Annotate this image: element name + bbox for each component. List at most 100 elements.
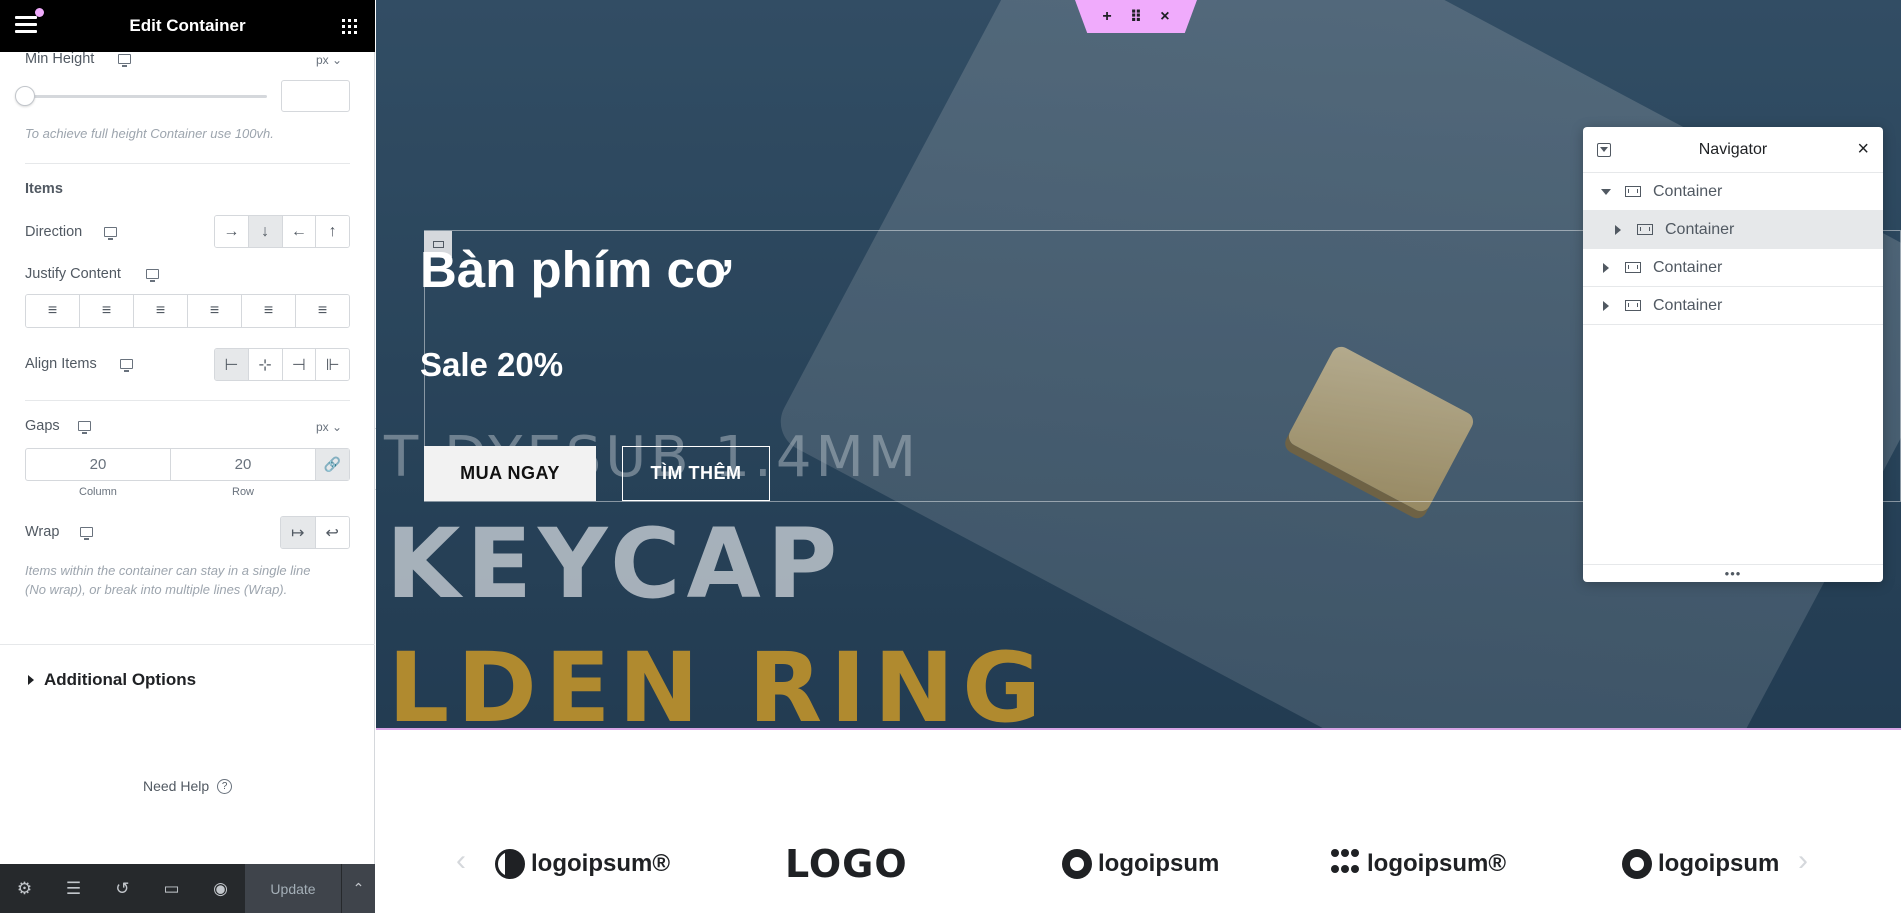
container-toolbar: + ⠿ × <box>1075 0 1197 33</box>
logo-mark-icon <box>1331 849 1361 879</box>
responsive-desktop-icon[interactable] <box>80 527 93 540</box>
navigator-item[interactable]: Container <box>1583 249 1883 287</box>
justify-start-button[interactable]: ≡ <box>26 295 80 327</box>
brand-logo-text: logoipsum <box>1098 850 1220 877</box>
min-height-slider-thumb[interactable] <box>15 86 35 106</box>
wrap-note-line2: (No wrap), or break into multiple lines … <box>25 582 288 597</box>
min-height-unit-select[interactable]: px ⌄ <box>316 53 342 67</box>
navigator-item[interactable]: Container <box>1583 211 1883 249</box>
responsive-desktop-icon[interactable] <box>104 227 117 240</box>
navigator-panel: Navigator × Container Container Containe… <box>1583 127 1883 582</box>
save-options-chevron-up-icon[interactable]: ⌃ <box>341 864 375 913</box>
navigator-resize-handle[interactable]: ••• <box>1583 564 1883 582</box>
hero-subheading[interactable]: Sale 20% <box>420 346 563 384</box>
responsive-desktop-icon[interactable] <box>120 359 133 372</box>
navigator-header: Navigator × <box>1583 127 1883 173</box>
caret-right-icon[interactable] <box>1603 300 1609 311</box>
notification-dot <box>35 8 44 17</box>
collapse-all-icon[interactable] <box>1597 143 1611 157</box>
align-items-label: Align Items <box>25 356 97 372</box>
gaps-unit-select[interactable]: px ⌄ <box>316 420 342 434</box>
responsive-desktop-icon[interactable] <box>118 54 131 67</box>
preview-eye-icon[interactable]: ◉ <box>196 864 245 913</box>
align-center-button[interactable]: ⊹ <box>248 349 283 380</box>
container-icon <box>1625 262 1641 273</box>
direction-column-button[interactable]: ↓ <box>248 216 283 247</box>
carousel-next-arrow[interactable]: › <box>1798 844 1808 878</box>
gap-column-label: Column <box>79 486 117 498</box>
responsive-desktop-icon[interactable] <box>146 269 159 282</box>
gap-column-input[interactable]: 20 <box>26 449 171 480</box>
link-values-icon[interactable]: 🔗 <box>316 449 349 480</box>
delete-element-icon[interactable]: × <box>1160 8 1169 26</box>
justify-end-button[interactable]: ≡ <box>134 295 188 327</box>
buy-now-button[interactable]: MUA NGAY <box>424 446 596 501</box>
brand-logo: logoipsum® <box>495 842 670 886</box>
logo-carousel: ‹ logoipsum® LOGO logoipsum logoipsum® l… <box>376 732 1901 913</box>
gap-row-label: Row <box>232 486 255 498</box>
align-start-button[interactable]: ⊢ <box>215 349 249 380</box>
caret-right-icon[interactable] <box>1603 262 1609 273</box>
caret-right-icon[interactable] <box>1615 224 1621 235</box>
additional-options-toggle[interactable]: Additional Options <box>28 670 196 690</box>
brand-logo: logoipsum <box>1622 842 1779 886</box>
nowrap-button[interactable]: ↦ <box>281 517 316 548</box>
navigator-item-label: Container <box>1653 296 1723 314</box>
justify-content-control: ≡ ≡ ≡ ≡ ≡ ≡ <box>25 294 350 328</box>
align-end-button[interactable]: ⊣ <box>282 349 317 380</box>
drag-handle-icon[interactable]: ⠿ <box>1130 7 1143 27</box>
divider <box>25 163 350 164</box>
direction-control: → ↓ ← ↑ <box>214 215 350 248</box>
panel-footer: ⚙ ☰ ↺ ▭ ◉ Update ⌃ <box>0 864 375 913</box>
carousel-prev-arrow[interactable]: ‹ <box>456 844 466 878</box>
responsive-mode-icon[interactable]: ▭ <box>147 864 196 913</box>
align-stretch-button[interactable]: ⊩ <box>316 349 349 380</box>
justify-space-evenly-button[interactable]: ≡ <box>296 295 349 327</box>
history-icon[interactable]: ↺ <box>98 864 147 913</box>
navigator-item-label: Container <box>1653 182 1723 200</box>
learn-more-button[interactable]: TÌM THÊM <box>622 446 770 501</box>
brand-logo-text: logoipsum <box>1658 850 1780 877</box>
navigator-item[interactable]: Container <box>1583 287 1883 325</box>
items-section-title: Items <box>25 181 63 197</box>
panel-header: Edit Container <box>0 0 375 52</box>
background-image-text: LDEN RING <box>388 632 1049 730</box>
brand-logo-text: logoipsum® <box>1367 850 1507 877</box>
responsive-desktop-icon[interactable] <box>78 421 91 434</box>
justify-space-around-button[interactable]: ≡ <box>242 295 296 327</box>
help-icon: ? <box>217 778 233 794</box>
navigator-item-label: Container <box>1653 258 1723 276</box>
hero-heading[interactable]: Bàn phím cơ <box>420 240 731 299</box>
close-icon[interactable]: × <box>1857 138 1869 161</box>
additional-options-label: Additional Options <box>44 670 197 689</box>
settings-icon[interactable]: ⚙ <box>0 864 49 913</box>
container-icon <box>1625 186 1641 197</box>
widgets-grid-icon[interactable] <box>342 19 357 34</box>
navigator-layers-icon[interactable]: ☰ <box>49 864 98 913</box>
justify-center-button[interactable]: ≡ <box>80 295 134 327</box>
wrap-label: Wrap <box>25 524 60 540</box>
divider <box>0 644 375 645</box>
wrap-button[interactable]: ↩ <box>315 517 349 548</box>
direction-label: Direction <box>25 224 83 240</box>
navigator-item[interactable]: Container <box>1583 173 1883 211</box>
align-items-control: ⊢ ⊹ ⊣ ⊩ <box>214 348 350 381</box>
panel-title: Edit Container <box>129 16 246 35</box>
direction-column-reverse-button[interactable]: ↑ <box>316 216 349 247</box>
update-button[interactable]: Update <box>245 864 341 913</box>
add-element-icon[interactable]: + <box>1102 8 1111 26</box>
brand-logo: LOGO <box>785 842 908 886</box>
need-help-link[interactable]: Need Help ? <box>143 778 233 794</box>
caret-down-icon[interactable] <box>1601 188 1611 195</box>
hamburger-menu-icon[interactable] <box>15 16 37 34</box>
background-image-text: KEYCAP <box>386 508 844 620</box>
direction-row-reverse-button[interactable]: ← <box>282 216 317 247</box>
min-height-label: Min Height <box>25 51 95 67</box>
min-height-slider-track[interactable] <box>25 95 267 98</box>
min-height-input[interactable] <box>281 80 350 112</box>
wrap-control: ↦ ↩ <box>280 516 350 549</box>
direction-row-button[interactable]: → <box>215 216 249 247</box>
justify-space-between-button[interactable]: ≡ <box>188 295 242 327</box>
gap-row-input[interactable]: 20 <box>171 449 316 480</box>
navigator-title: Navigator <box>1698 140 1768 158</box>
